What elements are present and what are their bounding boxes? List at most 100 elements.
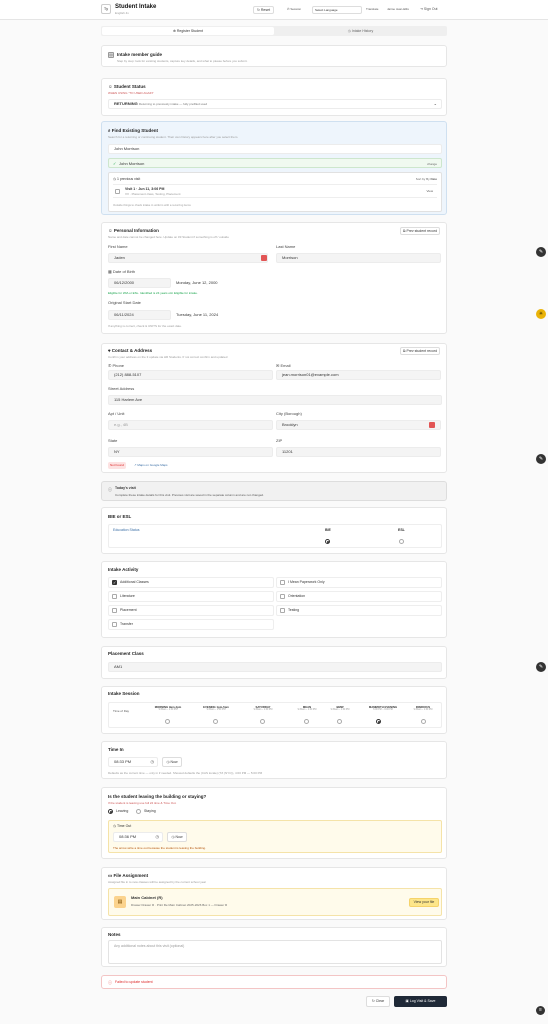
status-select[interactable]: RETURNING Returning to previously intake… bbox=[108, 99, 442, 109]
session-column: EVENING 1pm-5pm 9:30am – 1:30 PM bbox=[203, 705, 229, 711]
time-in-input[interactable]: 08:33 PM ◷ bbox=[108, 757, 158, 767]
visit-history-panel: ◷ 1 previous visit Sort by By Date Visit… bbox=[108, 172, 442, 212]
prefill-personal-button[interactable]: ⧉ Prev student record bbox=[400, 227, 440, 235]
time-in-title: Time In bbox=[108, 747, 124, 752]
intake-guide-card[interactable]: ▤ Intake member guide Step by step: look… bbox=[101, 45, 447, 67]
visit-checkbox[interactable] bbox=[115, 189, 120, 194]
time-out-input[interactable]: 08:36 PM ◷ bbox=[113, 832, 163, 842]
first-name-label: First Name bbox=[108, 244, 128, 249]
age-eligibility: Eligible for WIA or ESL. Identified is 2… bbox=[108, 291, 198, 295]
view-file-button[interactable]: View your file bbox=[409, 898, 439, 907]
activity-title: Intake Activity bbox=[108, 567, 139, 572]
activity-option[interactable]: Testing bbox=[276, 605, 442, 616]
sign-out-button[interactable]: ⇥ Sign Out bbox=[420, 7, 438, 11]
leaving-label: Leaving bbox=[116, 809, 129, 813]
activity-checkbox[interactable]: ✓ bbox=[112, 580, 117, 585]
google-maps-link[interactable]: ↗ Maps on Google Maps bbox=[134, 463, 168, 467]
activity-checkbox[interactable] bbox=[112, 594, 117, 599]
find-student-card: ⌕ Find Existing Student Search for a ret… bbox=[101, 121, 447, 215]
email-input[interactable]: jean.morrison01@example.com bbox=[276, 370, 441, 380]
email-label: ✉ Email bbox=[276, 363, 291, 368]
time-in-now-button[interactable]: ◷ Now bbox=[162, 757, 182, 767]
view-visit-link[interactable]: View bbox=[427, 189, 433, 193]
tab-register-student[interactable]: ⊕ Register Student bbox=[102, 27, 274, 35]
activity-option[interactable]: Transfer bbox=[108, 619, 274, 630]
activity-checkbox[interactable] bbox=[280, 580, 285, 585]
session-radio[interactable] bbox=[165, 719, 170, 724]
activity-option[interactable]: Placement bbox=[108, 605, 274, 616]
activity-option[interactable]: Literature bbox=[108, 591, 274, 602]
prefill-contact-button[interactable]: ⧉ Prev student record bbox=[400, 347, 440, 355]
session-column: INSIDIOUS 9:30am – 1:30 PM bbox=[413, 705, 433, 711]
file-title: ▭ File Assignment bbox=[108, 873, 149, 878]
dob-input[interactable]: 06/12/2000 bbox=[108, 278, 171, 288]
personal-hint: Name and date cannot be changed here. Up… bbox=[108, 235, 229, 239]
state-input[interactable]: NY bbox=[108, 447, 273, 457]
reset-button[interactable]: ↻ Reset bbox=[253, 6, 275, 14]
street-input[interactable]: 115 Harlem Ave bbox=[108, 395, 442, 405]
time-out-now-button[interactable]: ◷ Now bbox=[167, 832, 187, 842]
floating-edit-icon[interactable]: ✎ bbox=[536, 454, 546, 464]
session-radio[interactable] bbox=[260, 719, 265, 724]
start-date-text: Tuesday, June 11, 2024 bbox=[176, 312, 219, 317]
activity-option[interactable]: Orientation bbox=[276, 591, 442, 602]
visit-footnote: Outside things to check intake in unifor… bbox=[113, 203, 191, 207]
translate-button[interactable]: Translate bbox=[366, 7, 378, 11]
session-radio[interactable] bbox=[421, 719, 426, 724]
floating-chat-icon[interactable]: ✎ bbox=[536, 662, 546, 672]
floating-help-icon[interactable]: ✎ bbox=[536, 247, 546, 257]
first-name-input[interactable]: Jaden bbox=[108, 253, 268, 263]
zip-input[interactable]: 11201 bbox=[276, 447, 441, 457]
bie-esl-table: Education Status BIE ESL bbox=[108, 524, 442, 548]
log-visit-save-button[interactable]: ▣ Log Visit & Save bbox=[394, 996, 447, 1007]
apt-input[interactable]: e.g., 4B bbox=[108, 420, 273, 430]
tab-bar: ⊕ Register Student ◷ Intake History bbox=[101, 26, 447, 36]
language-select[interactable]: Select Language bbox=[312, 6, 362, 14]
session-radio[interactable] bbox=[304, 719, 309, 724]
activity-checkbox[interactable] bbox=[280, 594, 285, 599]
sort-control[interactable]: Sort by By Date bbox=[416, 177, 437, 181]
esl-radio[interactable] bbox=[399, 539, 404, 544]
tab-intake-history[interactable]: ◷ Intake History bbox=[275, 27, 446, 35]
session-radio[interactable] bbox=[213, 719, 218, 724]
placement-class-select[interactable]: AM1 bbox=[108, 662, 442, 672]
clear-city-icon[interactable] bbox=[429, 422, 435, 428]
session-radio[interactable] bbox=[337, 719, 342, 724]
contact-address-card: ⌖ Contact & Address Confirm your address… bbox=[101, 343, 447, 473]
last-name-label: Last Name bbox=[276, 244, 296, 249]
leaving-hint: If the student is leaving use full 24 ti… bbox=[108, 801, 177, 805]
activity-checkbox[interactable] bbox=[280, 608, 285, 613]
file-assignment-card: ▭ File Assignment Assigned file in to ne… bbox=[101, 867, 447, 920]
visit-title: Visit 1 · Jun 11, 3:06 PM bbox=[125, 187, 165, 191]
staying-label: Staying bbox=[144, 809, 156, 813]
app-logo-icon: Ту bbox=[101, 4, 111, 14]
floating-menu-icon[interactable]: ≡ bbox=[536, 1006, 545, 1015]
phone-input[interactable]: (212) 888-5107 bbox=[108, 370, 273, 380]
floating-sparkle-icon[interactable]: ✳ bbox=[536, 309, 546, 319]
session-radio[interactable] bbox=[376, 719, 381, 724]
last-name-input[interactable]: Morrison bbox=[276, 253, 441, 263]
city-input[interactable]: Brooklyn bbox=[276, 420, 441, 430]
change-student-link[interactable]: change bbox=[427, 162, 437, 166]
visit-row[interactable]: Visit 1 · Jun 11, 3:06 PM XX · Placement… bbox=[113, 184, 437, 198]
notes-textarea[interactable]: Any additional notes about this visit (o… bbox=[108, 940, 442, 964]
session-label: ✆ Session bbox=[287, 7, 302, 11]
dob-text: Monday, June 12, 2000 bbox=[176, 280, 218, 285]
activity-option[interactable]: ✓ Additional Classes bbox=[108, 577, 274, 588]
start-date-input[interactable]: 06/11/2024 bbox=[108, 310, 171, 320]
selected-student-row[interactable]: ✓ John Morrison change bbox=[108, 158, 442, 168]
activity-checkbox[interactable] bbox=[112, 622, 117, 627]
bie-esl-card: BIE or ESL Education Status BIE ESL bbox=[101, 507, 447, 554]
session-table: Time of Day MORNING 9am-4pm 9:30am – 1:30… bbox=[108, 702, 442, 728]
clear-first-name-icon[interactable] bbox=[261, 255, 267, 261]
bie-radio[interactable] bbox=[325, 539, 330, 544]
staying-radio[interactable] bbox=[136, 809, 141, 814]
student-search-input[interactable]: John Morrison bbox=[108, 144, 442, 154]
leaving-radio[interactable] bbox=[108, 809, 113, 814]
intake-session-card: Intake Session Time of Day MORNING 9am-4… bbox=[101, 686, 447, 734]
activity-option[interactable]: I Mean Paperwork Only bbox=[276, 577, 442, 588]
clear-button[interactable]: ↻ Clear bbox=[366, 996, 390, 1007]
activity-checkbox[interactable] bbox=[112, 608, 117, 613]
start-date-hint: If anything is correct, check & UNITS fo… bbox=[108, 324, 182, 328]
time-out-label: ◷ Time Out bbox=[113, 824, 132, 828]
